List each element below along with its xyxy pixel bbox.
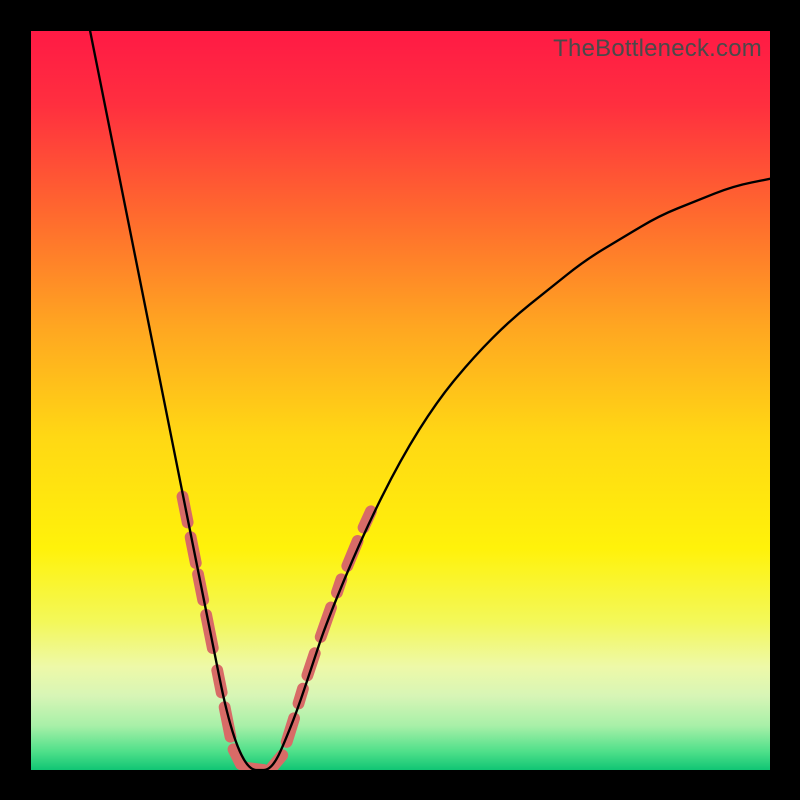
bottleneck-curve [90,31,770,770]
curve-layer [31,31,770,770]
chart-frame: TheBottleneck.com [0,0,800,800]
plot-area: TheBottleneck.com [31,31,770,770]
